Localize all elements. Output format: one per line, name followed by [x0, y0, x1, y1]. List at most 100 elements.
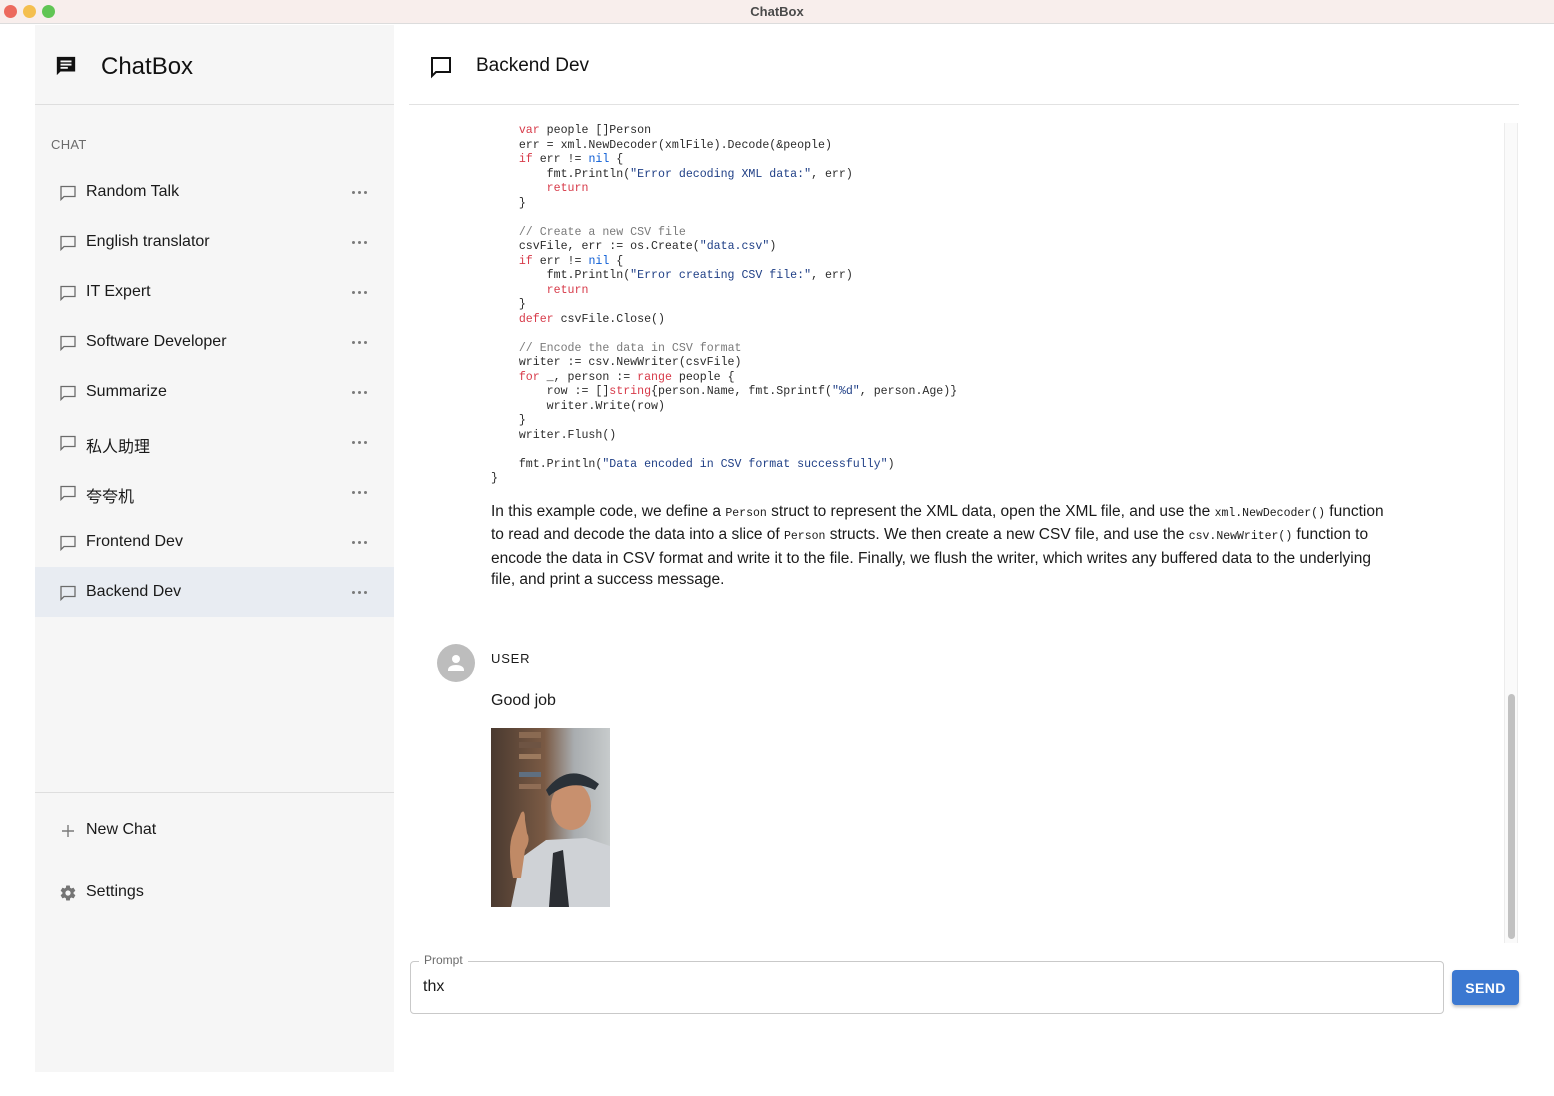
code-line: var people []Person: [518, 124, 652, 137]
chat-bubble-icon: [60, 285, 76, 302]
chat-brand-icon: [56, 56, 76, 76]
sidebar-chat-item[interactable]: English translator: [35, 217, 394, 267]
chat-item-label: Software Developer: [86, 333, 227, 350]
code-line: writer.Write(row): [491, 399, 665, 413]
more-options-icon[interactable]: [349, 483, 369, 501]
assistant-code-block: var people []Person err = xml.NewDecoder…: [491, 124, 957, 487]
code-line: }: [491, 414, 526, 427]
more-options-icon[interactable]: [349, 333, 369, 351]
chat-bubble-icon: [60, 385, 76, 402]
code-line: ​: [491, 443, 957, 458]
settings-button[interactable]: Settings: [35, 873, 394, 913]
chat-item-label: Frontend Dev: [86, 533, 183, 550]
send-button[interactable]: SEND: [1452, 970, 1519, 1005]
prompt-label: Prompt: [419, 953, 468, 967]
brand-header: ChatBox: [35, 25, 394, 105]
message-list: var people []Person err = xml.NewDecoder…: [409, 120, 1504, 945]
more-options-icon[interactable]: [349, 533, 369, 551]
chat-bubble-icon: [60, 535, 76, 552]
chat-bubble-icon: [60, 335, 76, 352]
window-title: ChatBox: [750, 4, 804, 19]
sidebar-chat-item[interactable]: 夸夸机: [35, 467, 394, 517]
inline-code: Person: [784, 530, 826, 544]
more-options-icon[interactable]: [349, 233, 369, 251]
sidebar-divider: [35, 792, 394, 793]
more-options-icon[interactable]: [349, 583, 369, 601]
code-line: return: [546, 182, 589, 195]
gear-icon: [60, 885, 76, 901]
sidebar-chat-item[interactable]: Random Talk: [35, 167, 394, 217]
assistant-explanation: In this example code, we define a Person…: [491, 501, 1391, 590]
chat-bubble-icon: [60, 235, 76, 252]
more-options-icon[interactable]: [349, 383, 369, 401]
chat-bubble-icon: [60, 435, 76, 452]
conversation-title: Backend Dev: [476, 55, 590, 76]
user-message-image[interactable]: [491, 728, 610, 907]
code-line: return: [546, 283, 589, 297]
code-line: if err != nil {: [518, 254, 624, 268]
photo-thumbs-up-man: [491, 728, 610, 907]
code-line: for _, person := range people {: [518, 370, 735, 384]
app-name: ChatBox: [101, 53, 194, 80]
code-line: }: [491, 298, 526, 311]
text-segment: In this example code, we define a: [491, 503, 726, 520]
sidebar: ChatBox CHAT Random Talk English translat…: [35, 25, 394, 1072]
plus-icon: [62, 825, 74, 837]
sidebar-chat-item[interactable]: Backend Dev: [35, 567, 394, 617]
scrollbar-thumb[interactable]: [1508, 694, 1515, 939]
sidebar-chat-item[interactable]: Software Developer: [35, 317, 394, 367]
chat-bubble-icon: [60, 185, 76, 202]
chat-item-label: 夸夸机: [86, 489, 135, 506]
chat-item-label: Backend Dev: [86, 583, 182, 600]
code-line: err = xml.NewDecoder(xmlFile).Decode(&pe…: [491, 138, 832, 152]
inline-code: csv.NewWriter(): [1188, 530, 1293, 544]
person-icon: [448, 655, 464, 671]
code-line: csvFile, err := os.Create("data.csv"): [491, 240, 777, 253]
code-line: }: [491, 472, 498, 485]
chat-item-label: 私人助理: [86, 439, 151, 456]
sidebar-chat-item[interactable]: IT Expert: [35, 267, 394, 317]
chat-bubble-icon: [60, 485, 76, 502]
chat-item-label: English translator: [86, 233, 210, 250]
more-options-icon[interactable]: [349, 183, 369, 201]
code-line: fmt.Println("Error creating CSV file:", …: [491, 269, 853, 282]
code-line: // Encode the data in CSV format: [518, 341, 742, 355]
text-segment: struct to represent the XML data, open t…: [766, 503, 1215, 520]
code-line: if err != nil {: [518, 153, 624, 166]
more-options-icon[interactable]: [349, 433, 369, 451]
code-line: row := []string{person.Name, fmt.Sprintf…: [491, 385, 958, 398]
new-chat-label: New Chat: [86, 821, 157, 838]
chat-item-label: IT Expert: [86, 283, 151, 300]
code-line: ​: [491, 211, 957, 226]
chat-list: Random Talk English translator IT Expert So…: [35, 167, 394, 617]
more-options-icon[interactable]: [349, 283, 369, 301]
inline-code: xml.NewDecoder(): [1214, 507, 1325, 520]
sidebar-chat-item[interactable]: Frontend Dev: [35, 517, 394, 567]
code-line: fmt.Println("Data encoded in CSV format …: [491, 457, 895, 471]
user-avatar: [437, 644, 475, 682]
text-segment: structs. We then create a new CSV file, …: [825, 526, 1189, 544]
new-chat-button[interactable]: New Chat: [35, 811, 394, 851]
sidebar-chat-item[interactable]: 私人助理: [35, 417, 394, 467]
chat-section-label: CHAT: [51, 137, 87, 152]
chat-item-label: Summarize: [86, 383, 167, 400]
prompt-field[interactable]: Prompt: [410, 953, 1444, 1014]
code-line: fmt.Println("Error decoding XML data:", …: [491, 167, 853, 181]
code-line: writer.Flush(): [491, 428, 617, 442]
conversation-header: Backend Dev: [409, 25, 1519, 105]
window-titlebar: ChatBox: [0, 0, 1554, 24]
user-message-text: Good job: [491, 692, 556, 709]
prompt-input[interactable]: [423, 976, 1423, 998]
chat-item-label: Random Talk: [86, 183, 180, 200]
inline-code: Person: [725, 507, 767, 520]
message-role-label: USER: [491, 651, 531, 666]
code-line: writer := csv.NewWriter(csvFile): [491, 356, 742, 369]
chat-bubble-icon: [60, 585, 76, 602]
code-line: // Create a new CSV file: [518, 225, 686, 239]
sidebar-chat-item[interactable]: Summarize: [35, 367, 394, 417]
code-line: }: [491, 196, 526, 210]
message-scrollbar[interactable]: [1504, 123, 1518, 943]
settings-label: Settings: [86, 883, 144, 900]
chat-bubble-icon: [431, 57, 451, 79]
code-line: defer csvFile.Close(): [518, 312, 665, 326]
